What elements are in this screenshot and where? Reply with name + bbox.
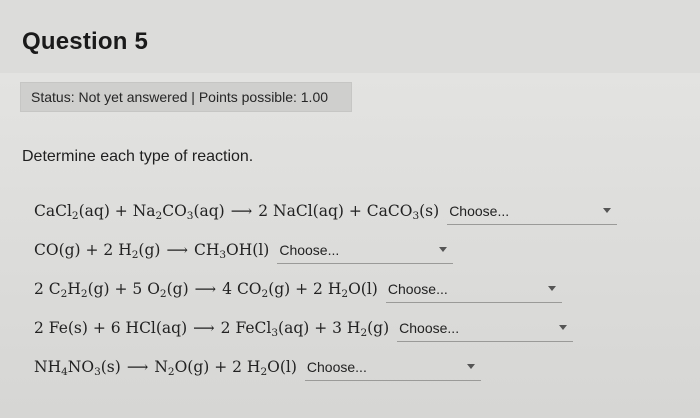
reaction-equation: NH4NO3(s) xyxy=(34,358,121,378)
reaction-arrow: ⟶ xyxy=(166,241,188,259)
reaction-row: NH4NO3(s) ⟶ N2O(g) + 2 H2O(l) Choose... xyxy=(34,352,481,382)
reaction-arrow: ⟶ xyxy=(193,319,215,337)
reaction-products: 2 FeCl3(aq) + 3 H2(g) xyxy=(220,319,390,339)
caret-down-icon xyxy=(466,363,475,369)
select-label: Choose... xyxy=(279,241,340,258)
reaction-row: CaCl2(aq) + Na2CO3(aq) ⟶ 2 NaCl(aq) + Ca… xyxy=(34,196,618,226)
select-label: Choose... xyxy=(399,319,460,336)
reaction-arrow: ⟶ xyxy=(194,280,217,298)
reaction-equation: 2 C2H2(g) + 5 O2(g) xyxy=(34,280,189,300)
reaction-type-select[interactable]: Choose... xyxy=(397,315,574,342)
caret-down-icon xyxy=(603,207,612,213)
caret-down-icon xyxy=(439,246,448,252)
reaction-arrow: ⟶ xyxy=(230,202,253,220)
caret-down-icon xyxy=(547,285,556,291)
reaction-type-select[interactable]: Choose... xyxy=(385,276,562,303)
caret-down-icon xyxy=(559,324,568,330)
reaction-equation: 2 Fe(s) + 6 HCl(aq) xyxy=(34,319,188,337)
quiz-page: Question 5 Status: Not yet answered | Po… xyxy=(0,0,700,418)
reaction-equation: CO(g) + 2 H2(g) xyxy=(34,241,161,261)
select-label: Choose... xyxy=(449,202,510,219)
reaction-products: 4 CO2(g) + 2 H2O(l) xyxy=(222,280,378,300)
reaction-products: 2 NaCl(aq) + CaCO3(s) xyxy=(258,202,440,222)
reaction-row: 2 Fe(s) + 6 HCl(aq) ⟶ 2 FeCl3(aq) + 3 H2… xyxy=(34,313,574,343)
status-box: Status: Not yet answered | Points possib… xyxy=(20,82,352,112)
question-prompt: Determine each type of reaction. xyxy=(22,148,254,165)
reaction-type-select[interactable]: Choose... xyxy=(277,237,454,264)
select-label: Choose... xyxy=(306,358,367,375)
reaction-products: N2O(g) + 2 H2O(l) xyxy=(154,358,297,378)
reaction-type-select[interactable]: Choose... xyxy=(447,198,618,225)
reaction-row: CO(g) + 2 H2(g) ⟶ CH3OH(l) Choose... xyxy=(34,235,454,265)
question-title: Question 5 xyxy=(22,28,149,55)
reaction-arrow: ⟶ xyxy=(126,358,149,376)
reaction-type-select[interactable]: Choose... xyxy=(304,354,481,381)
status-text: Status: Not yet answered | Points possib… xyxy=(31,89,329,105)
reaction-products: CH3OH(l) xyxy=(193,241,270,261)
reaction-row: 2 C2H2(g) + 5 O2(g) ⟶ 4 CO2(g) + 2 H2O(l… xyxy=(34,274,562,304)
reaction-equation: CaCl2(aq) + Na2CO3(aq) xyxy=(34,202,225,222)
select-label: Choose... xyxy=(387,280,448,297)
